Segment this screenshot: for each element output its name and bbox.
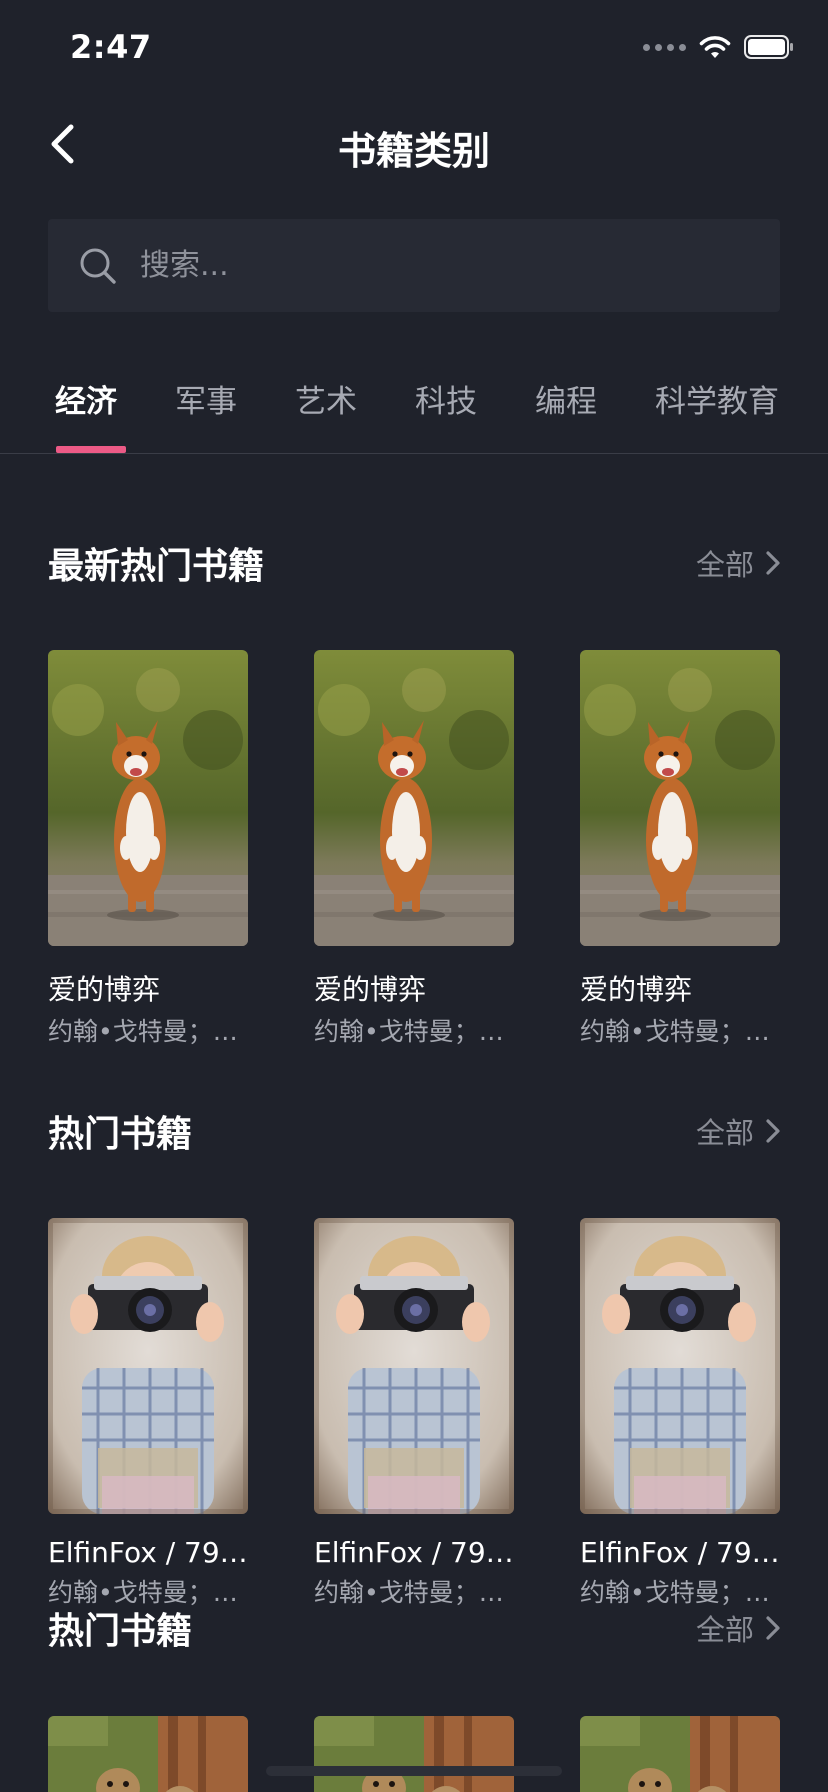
book-title: 爱的博弈 [314, 973, 427, 1006]
chevron-right-icon [766, 551, 780, 575]
home-indicator [266, 1766, 562, 1776]
book-cover-image [48, 650, 248, 946]
page-title: 书籍类别 [337, 129, 490, 173]
status-time: 2:47 [70, 28, 152, 66]
book-card[interactable] [48, 1716, 248, 1792]
book-cover-image [314, 1716, 514, 1792]
search-bar[interactable] [48, 219, 780, 312]
book-cover-image [580, 650, 780, 946]
book-title: 爱的博弈 [580, 973, 693, 1006]
search-input[interactable] [140, 248, 700, 283]
category-tab-bar: 经济 军事 艺术 科技 编程 科学教育 [0, 362, 828, 454]
book-card[interactable]: 爱的博弈 约翰•戈特曼；娜... [580, 650, 780, 1048]
book-title: ElfinFox / 79 ... [314, 1536, 514, 1569]
see-all-button[interactable]: 全部 [696, 1110, 782, 1152]
tab-science-education[interactable]: 科学教育 [655, 376, 779, 421]
section-title-latest-hot: 最新热门书籍 [48, 546, 265, 587]
book-author: 约翰•戈特曼；娜... [580, 1017, 780, 1046]
section-title-hot-2: 热门书籍 [48, 1611, 193, 1652]
book-cover-image [580, 1716, 780, 1792]
book-author: 约翰•戈特曼；娜... [580, 1578, 780, 1607]
book-card[interactable] [580, 1716, 780, 1792]
wifi-icon [699, 36, 731, 58]
book-title: ElfinFox / 79 ... [580, 1536, 780, 1569]
book-cover-image [314, 650, 514, 946]
active-tab-indicator [56, 446, 126, 453]
book-cover-image [314, 1218, 514, 1514]
chevron-right-icon [766, 1616, 780, 1640]
book-cover-image [48, 1716, 248, 1792]
book-card[interactable]: ElfinFox / 79 ... 约翰•戈特曼；娜... [314, 1218, 514, 1609]
book-card[interactable]: ElfinFox / 79 ... 约翰•戈特曼；娜... [48, 1218, 248, 1609]
book-card[interactable] [314, 1716, 514, 1792]
search-icon [80, 248, 116, 284]
book-title: 爱的博弈 [48, 973, 161, 1006]
nav-bar: 书籍类别 [0, 96, 828, 192]
section-title-hot: 热门书籍 [48, 1114, 193, 1155]
book-author: 约翰•戈特曼；娜... [48, 1017, 248, 1046]
cellular-signal-icon [643, 43, 686, 51]
book-card[interactable]: ElfinFox / 79 ... 约翰•戈特曼；娜... [580, 1218, 780, 1609]
tab-programming[interactable]: 编程 [535, 376, 597, 421]
book-card[interactable]: 爱的博弈 约翰•戈特曼；娜... [314, 650, 514, 1048]
book-author: 约翰•戈特曼；娜... [314, 1578, 514, 1607]
book-author: 约翰•戈特曼；娜... [314, 1017, 514, 1046]
book-title: ElfinFox / 79 ... [48, 1536, 248, 1569]
status-bar: 2:47 [0, 0, 828, 96]
status-icons [643, 34, 794, 60]
tab-art[interactable]: 艺术 [295, 376, 357, 421]
book-cover-image [580, 1218, 780, 1514]
screen: 2:47 书籍类别 搜索... 经济 军事 艺术 科技 编程 科学教育 最新热门… [0, 0, 828, 1792]
see-all-label: 全部 [695, 1613, 754, 1647]
tab-military[interactable]: 军事 [175, 376, 237, 421]
battery-icon [744, 35, 793, 59]
see-all-label: 全部 [695, 548, 754, 582]
see-all-label: 全部 [695, 1116, 754, 1150]
see-all-button[interactable]: 全部 [696, 542, 782, 584]
see-all-button[interactable]: 全部 [696, 1607, 782, 1649]
chevron-right-icon [766, 1119, 780, 1143]
book-cover-image [48, 1218, 248, 1514]
tab-technology[interactable]: 科技 [415, 376, 477, 421]
book-card[interactable]: 爱的博弈 约翰•戈特曼；娜... [48, 650, 248, 1048]
tab-economy[interactable]: 经济 [55, 376, 117, 421]
